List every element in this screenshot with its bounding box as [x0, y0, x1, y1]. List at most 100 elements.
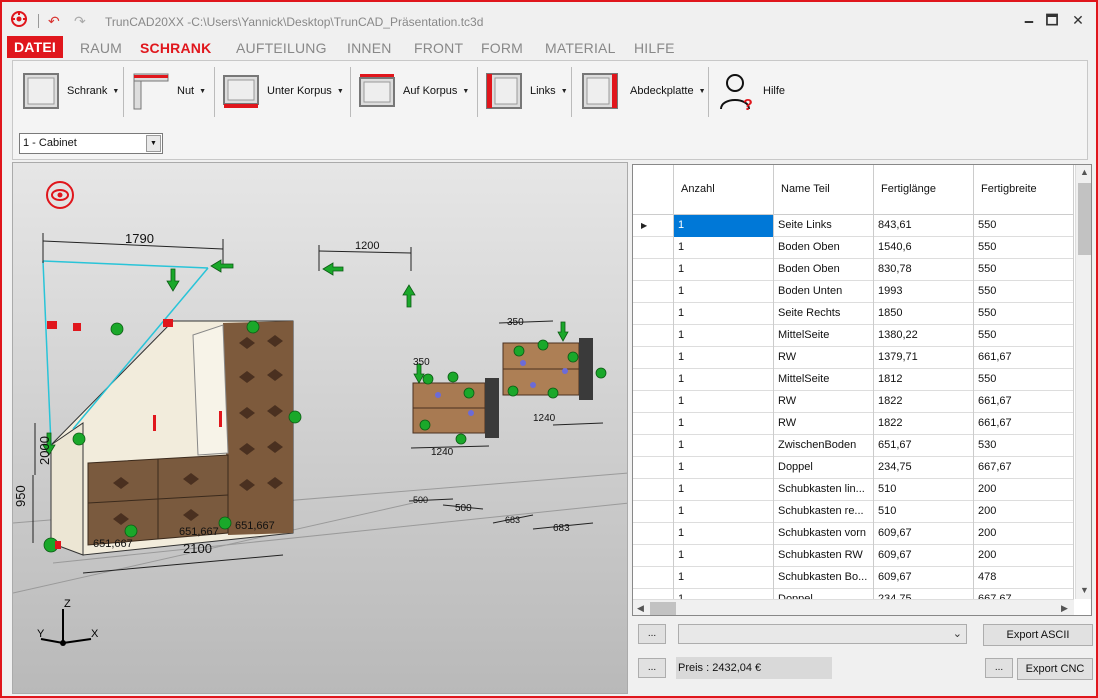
- column-fertiglaenge[interactable]: Fertiglänge: [874, 165, 974, 215]
- table-row[interactable]: 1 Doppel 234,75 667,67: [633, 589, 1074, 599]
- cell-fertigbreite[interactable]: 550: [974, 281, 1074, 303]
- chevron-down-icon[interactable]: ▼: [699, 88, 706, 95]
- cell-anzahl[interactable]: 1: [674, 589, 774, 599]
- cell-name-teil[interactable]: Boden Oben: [774, 259, 874, 281]
- cell-anzahl[interactable]: 1: [674, 523, 774, 545]
- cell-fertigbreite[interactable]: 200: [974, 545, 1074, 567]
- scroll-thumb[interactable]: [650, 602, 676, 615]
- cell-fertigbreite[interactable]: 478: [974, 567, 1074, 589]
- column-anzahl[interactable]: Anzahl: [674, 165, 774, 215]
- cell-fertiglaenge[interactable]: 1379,71: [874, 347, 974, 369]
- scroll-thumb[interactable]: [1078, 183, 1091, 255]
- row-header-cell[interactable]: ▶: [633, 215, 674, 237]
- cell-name-teil[interactable]: RW: [774, 391, 874, 413]
- cell-fertigbreite[interactable]: 550: [974, 259, 1074, 281]
- cell-fertigbreite[interactable]: 550: [974, 215, 1074, 237]
- unter-korpus-button[interactable]: Unter Korpus ▼: [221, 69, 344, 113]
- table-row[interactable]: 1 Boden Oben 830,78 550: [633, 259, 1074, 281]
- row-header-cell[interactable]: [633, 435, 674, 457]
- row-header-cell[interactable]: [633, 501, 674, 523]
- cell-fertiglaenge[interactable]: 1380,22: [874, 325, 974, 347]
- cell-name-teil[interactable]: MittelSeite: [774, 369, 874, 391]
- table-row[interactable]: 1 Schubkasten RW 609,67 200: [633, 545, 1074, 567]
- cell-fertiglaenge[interactable]: 843,61: [874, 215, 974, 237]
- cell-fertiglaenge[interactable]: 609,67: [874, 567, 974, 589]
- cell-fertiglaenge[interactable]: 1812: [874, 369, 974, 391]
- cell-fertigbreite[interactable]: 661,67: [974, 413, 1074, 435]
- menu-front[interactable]: FRONT: [414, 40, 463, 56]
- hilfe-button[interactable]: ? Hilfe: [717, 69, 785, 113]
- table-row[interactable]: 1 MittelSeite 1380,22 550: [633, 325, 1074, 347]
- undo-icon[interactable]: ↶: [48, 13, 60, 30]
- cell-fertigbreite[interactable]: 550: [974, 303, 1074, 325]
- cell-fertiglaenge[interactable]: 1850: [874, 303, 974, 325]
- cell-anzahl[interactable]: 1: [674, 479, 774, 501]
- cell-fertiglaenge[interactable]: 830,78: [874, 259, 974, 281]
- chevron-down-icon[interactable]: ⌄: [953, 627, 962, 640]
- minimize-button[interactable]: 🗕: [1018, 10, 1040, 30]
- nut-button[interactable]: Nut ▼: [131, 69, 206, 113]
- cell-fertiglaenge[interactable]: 1822: [874, 413, 974, 435]
- schrank-button[interactable]: Schrank ▼: [21, 69, 119, 113]
- cell-anzahl[interactable]: 1: [674, 501, 774, 523]
- cell-name-teil[interactable]: Schubkasten lin...: [774, 479, 874, 501]
- cell-fertigbreite[interactable]: 667,67: [974, 457, 1074, 479]
- row-header-cell[interactable]: [633, 391, 674, 413]
- cell-name-teil[interactable]: Boden Unten: [774, 281, 874, 303]
- cell-name-teil[interactable]: Seite Links: [774, 215, 874, 237]
- row-header-cell[interactable]: [633, 369, 674, 391]
- row-header-cell[interactable]: [633, 303, 674, 325]
- cell-fertiglaenge[interactable]: 609,67: [874, 545, 974, 567]
- scroll-down-icon[interactable]: ▼: [1080, 585, 1089, 595]
- table-row[interactable]: 1 RW 1379,71 661,67: [633, 347, 1074, 369]
- horizontal-scrollbar[interactable]: ◀ ▶: [633, 599, 1074, 615]
- cell-name-teil[interactable]: RW: [774, 413, 874, 435]
- row-header-cell[interactable]: [633, 457, 674, 479]
- cell-name-teil[interactable]: Doppel: [774, 589, 874, 599]
- scroll-right-icon[interactable]: ▶: [1061, 603, 1068, 614]
- cell-anzahl[interactable]: 1: [674, 259, 774, 281]
- cell-anzahl[interactable]: 1: [674, 413, 774, 435]
- cell-name-teil[interactable]: RW: [774, 347, 874, 369]
- cell-anzahl[interactable]: 1: [674, 347, 774, 369]
- menu-material[interactable]: MATERIAL: [545, 40, 616, 56]
- cell-anzahl[interactable]: 1: [674, 545, 774, 567]
- table-row[interactable]: 1 Schubkasten Bo... 609,67 478: [633, 567, 1074, 589]
- menu-datei[interactable]: DATEI: [7, 36, 63, 58]
- row-header-cell[interactable]: [633, 479, 674, 501]
- table-row[interactable]: 1 Doppel 234,75 667,67: [633, 457, 1074, 479]
- cell-fertigbreite[interactable]: 530: [974, 435, 1074, 457]
- cell-anzahl[interactable]: 1: [674, 281, 774, 303]
- cell-anzahl[interactable]: 1: [674, 369, 774, 391]
- table-row[interactable]: 1 RW 1822 661,67: [633, 413, 1074, 435]
- links-button[interactable]: Links ▼: [484, 69, 568, 113]
- vertical-scrollbar[interactable]: ▲ ▼: [1075, 165, 1091, 599]
- cell-anzahl[interactable]: 1: [674, 215, 774, 237]
- eye-icon[interactable]: [46, 181, 74, 209]
- cnc-options-button[interactable]: ...: [985, 658, 1013, 678]
- cell-name-teil[interactable]: Boden Oben: [774, 237, 874, 259]
- abdeckplatte-button[interactable]: Abdeckplatte ▼: [580, 69, 706, 113]
- cell-fertigbreite[interactable]: 550: [974, 237, 1074, 259]
- column-name-teil[interactable]: Name Teil: [774, 165, 874, 215]
- cell-anzahl[interactable]: 1: [674, 391, 774, 413]
- table-row[interactable]: 1 RW 1822 661,67: [633, 391, 1074, 413]
- cell-fertigbreite[interactable]: 200: [974, 479, 1074, 501]
- cell-fertigbreite[interactable]: 200: [974, 501, 1074, 523]
- maximize-button[interactable]: 🗖: [1041, 10, 1063, 30]
- 3d-viewport[interactable]: 1790 1200 350 350 1240 1240 500 683 500 …: [12, 162, 628, 694]
- row-header-cell[interactable]: [633, 325, 674, 347]
- cell-fertigbreite[interactable]: 550: [974, 325, 1074, 347]
- cell-anzahl[interactable]: 1: [674, 435, 774, 457]
- table-row[interactable]: 1 Seite Rechts 1850 550: [633, 303, 1074, 325]
- table-row[interactable]: ▶ 1 Seite Links 843,61 550: [633, 215, 1074, 237]
- cell-fertigbreite[interactable]: 200: [974, 523, 1074, 545]
- cell-fertiglaenge[interactable]: 1822: [874, 391, 974, 413]
- chevron-down-icon[interactable]: ▼: [199, 88, 206, 95]
- cell-fertigbreite[interactable]: 667,67: [974, 589, 1074, 599]
- cell-fertigbreite[interactable]: 661,67: [974, 391, 1074, 413]
- row-header-cell[interactable]: [633, 259, 674, 281]
- cell-fertigbreite[interactable]: 661,67: [974, 347, 1074, 369]
- cell-anzahl[interactable]: 1: [674, 237, 774, 259]
- export-cnc-button[interactable]: Export CNC: [1017, 658, 1093, 680]
